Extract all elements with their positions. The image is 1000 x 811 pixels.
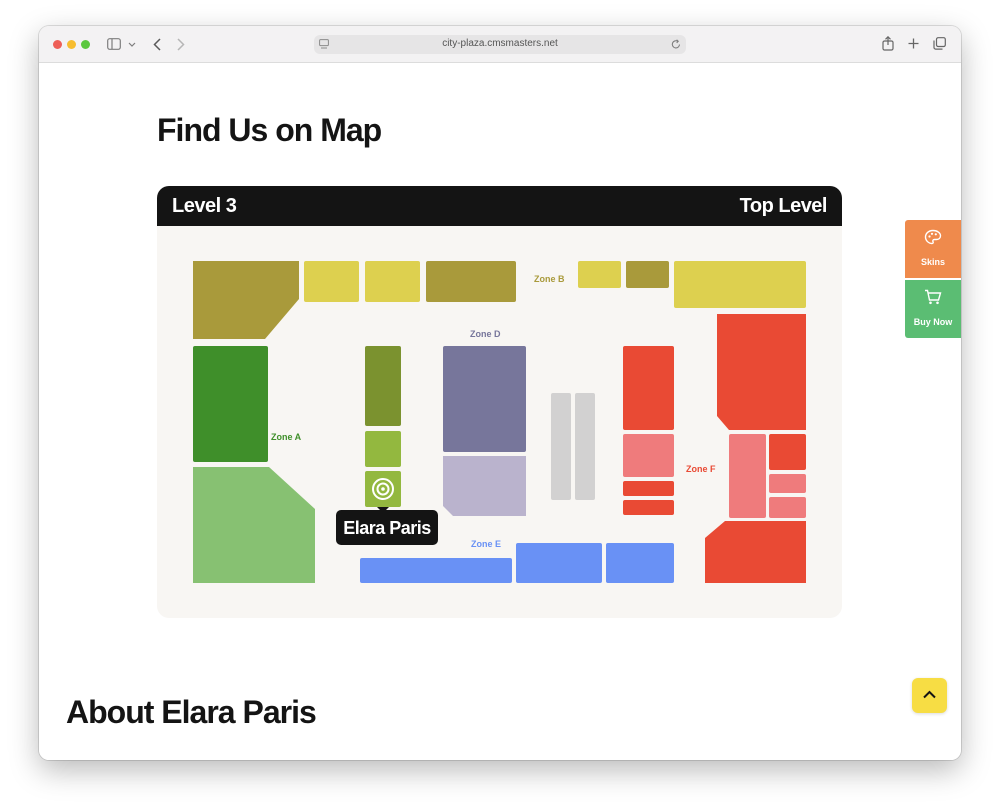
screen: city-plaza.cmsmasters.net Find Us on Map… [0,0,1000,811]
shop-b5[interactable] [626,261,669,288]
shop-b4[interactable] [578,261,621,288]
minimize-window-button[interactable] [67,40,76,49]
shop-f5[interactable] [717,314,806,430]
chevron-up-icon [923,690,936,699]
about-title: About Elara Paris [66,694,317,730]
shop-d2[interactable] [443,456,526,516]
forward-icon[interactable] [177,38,185,51]
floor-plan: Zone A Zone B Zone D Zone E Zone F Elara… [193,261,806,583]
zone-a-label: Zone A [271,432,302,442]
sidebar-icon[interactable] [107,38,121,50]
shop-c1[interactable] [365,346,401,426]
back-icon[interactable] [153,38,161,51]
share-icon[interactable] [882,36,894,51]
url-text: city-plaza.cmsmasters.net [442,38,558,49]
close-window-button[interactable] [53,40,62,49]
shop-e3[interactable] [606,543,674,583]
shop-f4[interactable] [623,500,674,515]
shop-f2[interactable] [623,434,674,477]
cart-icon [905,289,961,309]
browser-toolbar: city-plaza.cmsmasters.net [39,26,961,63]
shop-b2[interactable] [365,261,420,302]
zone-b-label: Zone B [534,274,565,284]
buy-now-button[interactable]: Buy Now [905,280,961,338]
shop-b1[interactable] [304,261,359,302]
shop-f8[interactable] [769,474,806,493]
buy-now-label: Buy Now [913,317,953,327]
page-content: Find Us on Map Level 3 Top Level Zone A [39,64,961,760]
corridor-right [575,393,595,500]
shop-e2[interactable] [516,543,602,583]
shop-f3[interactable] [623,481,674,496]
mall-map: Level 3 Top Level Zone A Zone B Zone D Z… [157,186,842,618]
address-bar[interactable]: city-plaza.cmsmasters.net [314,35,686,54]
shop-f1[interactable] [623,346,674,430]
palette-icon [905,229,961,249]
skins-button[interactable]: Skins [905,220,961,278]
shop-c2[interactable] [365,431,401,467]
zone-e-label: Zone E [471,539,501,549]
shop-tooltip: Elara Paris [336,507,438,545]
skins-label: Skins [920,257,945,267]
shop-e1[interactable] [360,558,512,583]
browser-window: city-plaza.cmsmasters.net Find Us on Map… [39,26,961,760]
chevron-down-icon[interactable] [128,42,136,47]
tooltip-text: Elara Paris [343,518,431,538]
reload-icon[interactable] [671,39,681,50]
corridor-left [551,393,571,500]
shop-a1[interactable] [193,261,299,339]
shop-d1[interactable] [443,346,526,452]
shop-f7[interactable] [769,434,806,470]
zone-f-label: Zone F [686,464,716,474]
tabs-icon[interactable] [933,37,946,50]
scroll-to-top-button[interactable] [912,678,947,713]
shop-a2[interactable] [193,346,268,462]
zone-d-label: Zone D [470,329,501,339]
page-title: Find Us on Map [157,112,382,148]
shop-b6[interactable] [674,261,806,308]
zoom-window-button[interactable] [81,40,90,49]
shop-f10[interactable] [705,521,806,583]
new-tab-icon[interactable] [908,38,919,49]
shop-f6[interactable] [729,434,766,518]
shop-f9[interactable] [769,497,806,518]
shop-b3[interactable] [426,261,516,302]
shop-a3[interactable] [193,467,315,583]
